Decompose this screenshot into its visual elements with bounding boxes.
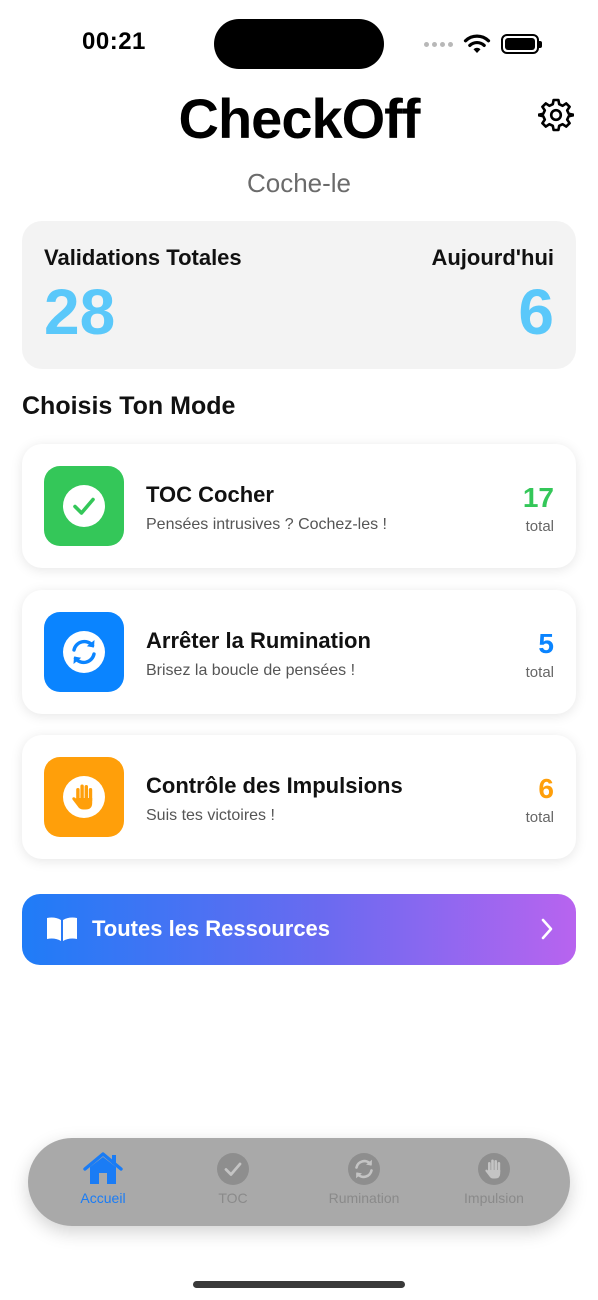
checkmark-circle-icon <box>217 1153 249 1185</box>
battery-icon <box>501 34 542 54</box>
mode-icon-rumination <box>44 612 124 692</box>
mode-count: 5 <box>538 628 554 659</box>
cellular-signal-icon <box>424 41 453 47</box>
hand-raised-icon <box>63 776 105 818</box>
status-time: 00:21 <box>82 28 146 55</box>
mode-count: 17 <box>522 482 554 513</box>
mode-card-toc[interactable]: TOC Cocher Pensées intrusives ? Cochez-l… <box>22 444 576 568</box>
dynamic-island <box>214 19 384 69</box>
app-subtitle: Coche-le <box>246 168 352 198</box>
all-resources-button[interactable]: Toutes les Ressources <box>22 894 576 965</box>
tab-label: Rumination <box>328 1190 400 1206</box>
mode-count: 6 <box>538 773 554 804</box>
mode-icon-impulsion <box>44 757 124 837</box>
tab-toc[interactable]: TOC <box>178 1152 288 1218</box>
mode-card-rumination[interactable]: Arrêter la Rumination Brisez la boucle d… <box>22 590 576 714</box>
gear-icon <box>537 98 575 132</box>
today-value: 6 <box>518 276 554 348</box>
mode-description: Suis tes victoires ! <box>146 807 275 824</box>
mode-title: Arrêter la Rumination <box>146 628 371 653</box>
all-resources-label: Toutes les Ressources <box>92 916 331 941</box>
tab-accueil[interactable]: Accueil <box>48 1152 158 1218</box>
mode-description: Brisez la boucle de pensées ! <box>146 662 356 679</box>
mode-count-unit: total <box>525 664 554 681</box>
wifi-icon <box>463 34 491 53</box>
tab-label: Accueil <box>80 1190 126 1206</box>
mode-icon-toc <box>44 466 124 546</box>
tab-label: TOC <box>218 1190 248 1206</box>
tab-impulsion[interactable]: Impulsion <box>439 1152 549 1218</box>
mode-title: Contrôle des Impulsions <box>146 773 403 798</box>
settings-button[interactable] <box>537 97 575 133</box>
book-icon <box>47 917 77 941</box>
total-validations-label: Validations Totales <box>44 245 242 270</box>
tab-label: Impulsion <box>464 1190 524 1206</box>
mode-count-unit: total <box>525 518 554 535</box>
house-icon <box>83 1152 123 1184</box>
mode-count-unit: total <box>525 809 554 826</box>
screen: 00:21 CheckOff Coche-le Validations Tota… <box>0 0 598 1300</box>
total-validations-value: 28 <box>44 276 116 348</box>
status-icons <box>424 30 542 58</box>
checkmark-circle-icon <box>63 485 105 527</box>
chevron-right-icon <box>541 918 553 940</box>
modes-section-title: Choisis Ton Mode <box>22 392 236 420</box>
mode-title: TOC Cocher <box>146 482 274 507</box>
home-indicator <box>193 1281 405 1288</box>
refresh-circle-icon <box>348 1153 380 1185</box>
app-title: CheckOff <box>178 87 421 150</box>
mode-card-impulsion[interactable]: Contrôle des Impulsions Suis tes victoir… <box>22 735 576 859</box>
stats-card: Validations Totales 28 Aujourd'hui 6 <box>22 221 576 369</box>
tab-rumination[interactable]: Rumination <box>309 1152 419 1218</box>
tab-bar: Accueil TOC Rumination Impulsion <box>28 1138 570 1226</box>
hand-raised-icon <box>478 1153 510 1185</box>
refresh-circle-icon <box>63 631 105 673</box>
today-label: Aujourd'hui <box>431 245 554 270</box>
mode-description: Pensées intrusives ? Cochez-les ! <box>146 516 387 533</box>
